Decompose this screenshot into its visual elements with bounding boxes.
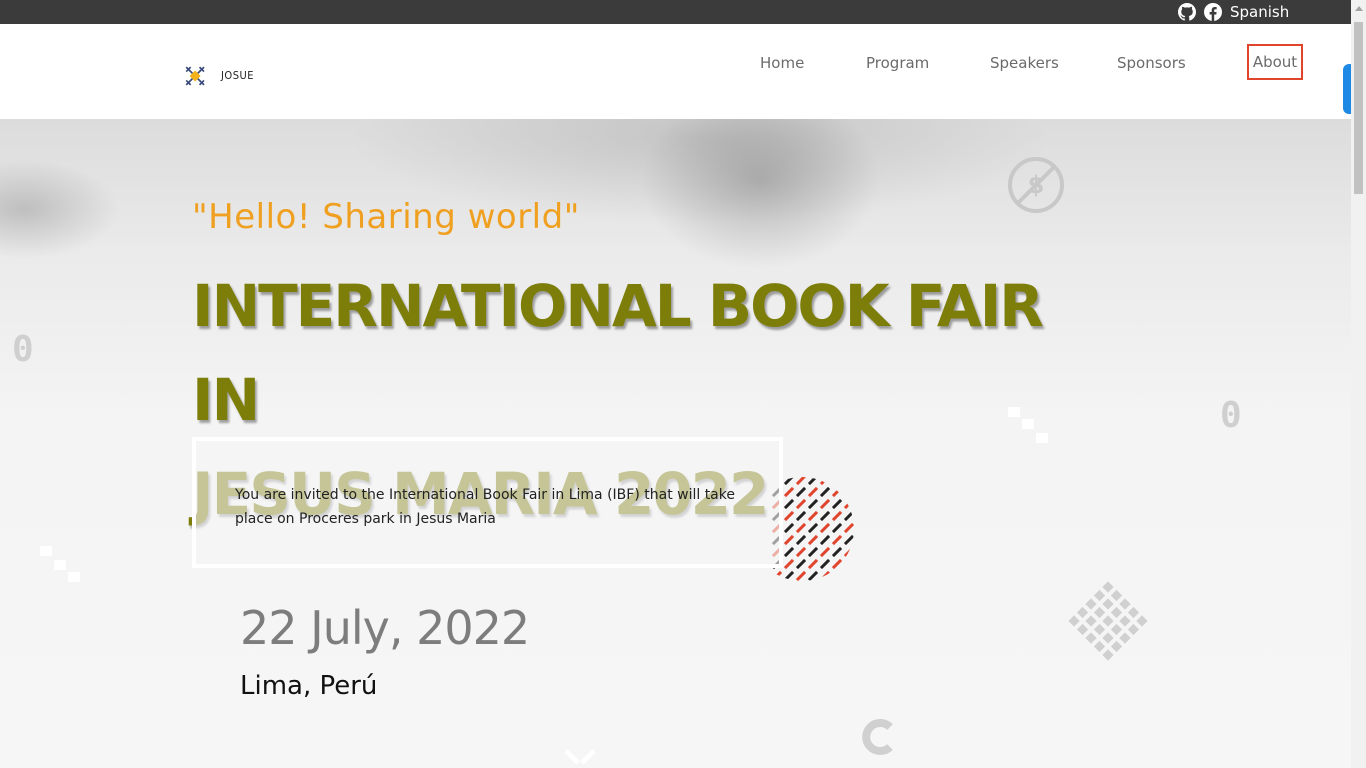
decorative-diamond-grid [1068,581,1148,661]
decorative-zero-glyph: 0 [12,329,34,370]
nav-speakers[interactable]: Speakers [990,53,1059,73]
hero-section: $ 0 0 "Hello! Sharing world" INTERNATION… [0,119,1351,768]
scrollbar-thumb[interactable] [1354,22,1363,194]
event-date: 22 July, 2022 [240,601,530,655]
decorative-x-glyph [564,749,596,765]
background-photo-leg [0,159,120,259]
hero-title-line-1: INTERNATIONAL BOOK FAIR IN [192,272,1044,434]
github-icon[interactable] [1178,3,1196,21]
svg-text:$: $ [1028,171,1045,199]
event-location: Lima, Perú [240,671,378,701]
page-scrollbar[interactable] [1351,0,1366,768]
logo-wordmark: JOSUE [221,69,254,82]
scroll-up-arrow-icon[interactable] [1355,6,1363,11]
invitation-box: You are invited to the International Boo… [192,437,783,568]
no-dollar-icon: $ [1008,157,1064,213]
decorative-c-glyph [862,719,893,755]
language-toggle-link[interactable]: Spanish [1230,3,1289,21]
nav-home[interactable]: Home [760,53,804,73]
josue-logo[interactable] [184,56,224,96]
decorative-step-squares [40,546,80,582]
nav-about[interactable]: About [1247,44,1303,80]
side-accent-tab[interactable] [1343,64,1351,114]
nav-program[interactable]: Program [866,53,929,73]
nav-sponsors[interactable]: Sponsors [1117,53,1186,73]
main-navbar: JOSUE Home Program Speakers Sponsors Abo… [0,24,1351,119]
invitation-text: You are invited to the International Boo… [235,487,735,527]
top-bar: Spanish [0,0,1351,24]
facebook-icon[interactable] [1204,3,1222,21]
decorative-zero-glyph: 0 [1220,395,1242,436]
hero-tagline: "Hello! Sharing world" [192,197,580,237]
background-photo-boots [640,119,880,269]
